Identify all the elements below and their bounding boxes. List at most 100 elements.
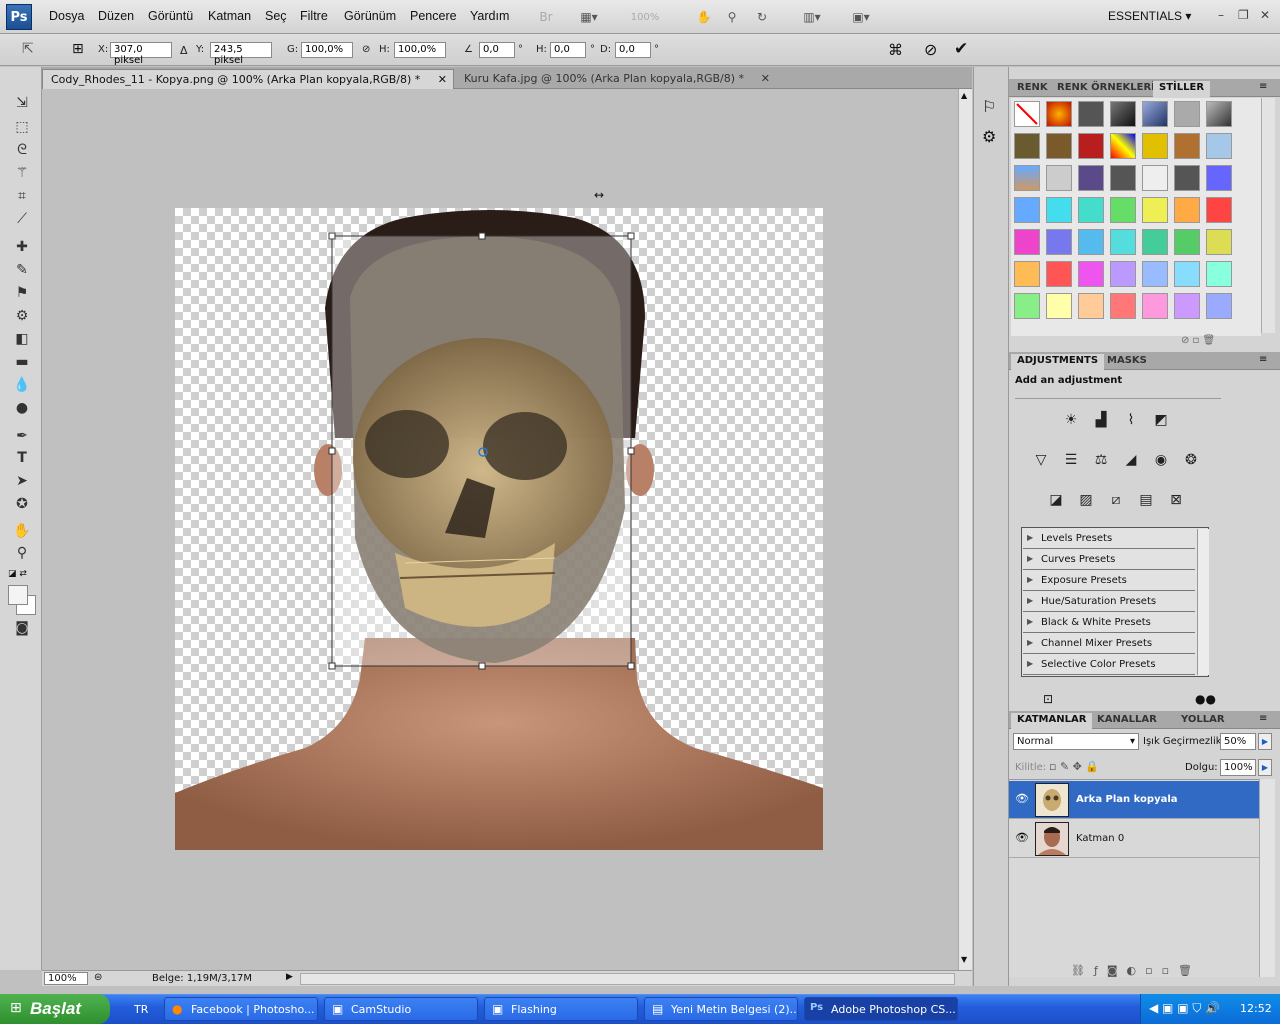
opacity-slider-arrow-icon[interactable]: ▶ [1258,733,1272,750]
brightness-contrast-icon[interactable]: ☀ [1060,410,1082,430]
tab-masks[interactable]: MASKS [1101,354,1153,370]
tab-adjustments[interactable]: ADJUSTMENTS [1011,354,1105,370]
hue-saturation-icon[interactable]: ☰ [1060,450,1082,470]
style-swatch[interactable] [1174,293,1200,319]
menu-sec[interactable]: Seç [265,9,287,23]
zoom-tool-icon[interactable]: ⚲ [9,543,35,563]
color-balance-icon[interactable]: ⚖ [1090,450,1112,470]
black-white-icon[interactable]: ◢ [1120,450,1142,470]
tab-katmanlar[interactable]: KATMANLAR [1011,713,1093,729]
foreground-color-swatch[interactable] [8,585,28,605]
hskew-field[interactable]: 0,0 [550,42,586,58]
menu-katman[interactable]: Katman [208,9,251,23]
style-swatch[interactable] [1078,197,1104,223]
preset-curves[interactable]: Curves Presets [1023,550,1195,570]
menu-goruntu[interactable]: Görüntü [148,9,193,23]
preset-hue-saturation[interactable]: Hue/Saturation Presets [1023,592,1195,612]
document-canvas[interactable] [175,208,823,850]
visibility-eye-icon[interactable]: 👁 [1015,831,1029,844]
layer-katman-0[interactable]: 👁 Katman 0 [1009,820,1259,858]
rotate-view-icon[interactable]: ↻ [752,7,772,27]
style-swatch[interactable] [1142,229,1168,255]
opacity-field[interactable]: 50% [1220,733,1256,750]
style-swatch[interactable] [1078,229,1104,255]
crop-tool-icon[interactable]: ⌗ [9,186,35,206]
style-swatch[interactable] [1174,261,1200,287]
hand-tool-icon[interactable]: ✋ [9,521,35,541]
layers-scrollbar[interactable] [1259,779,1275,977]
layer-panel-buttons[interactable]: ⛓ƒ◙◐▫▫🗑 [1071,964,1201,977]
reference-point-icon[interactable]: ⊞ [72,41,84,57]
default-colors-icon[interactable]: ◪ ⇄ [8,569,27,579]
invert-icon[interactable]: ◪ [1045,490,1067,510]
style-swatch[interactable] [1142,101,1168,127]
style-swatch[interactable] [1206,293,1232,319]
style-swatch[interactable] [1110,165,1136,191]
menu-gorunum[interactable]: Görünüm [344,9,396,23]
menu-dosya[interactable]: Dosya [49,9,84,23]
selective-color-icon[interactable]: ⊠ [1165,490,1187,510]
vibrance-icon[interactable]: ▽ [1030,450,1052,470]
restore-icon[interactable]: ❐ [1238,8,1249,22]
style-swatch[interactable] [1046,133,1072,159]
style-swatch[interactable] [1174,133,1200,159]
presets-scrollbar[interactable] [1197,529,1209,675]
move-tool-icon[interactable]: ⇲ [9,93,35,113]
healing-brush-icon[interactable]: ✚ [9,237,35,257]
bridge-icon[interactable]: Br [535,7,557,27]
clock[interactable]: 12:52 [1240,1002,1272,1015]
commit-transform-icon[interactable]: ✔ [954,39,968,59]
style-swatch[interactable] [1110,261,1136,287]
width-field[interactable]: 100,0% [301,42,353,58]
shape-tool-icon[interactable]: ✪ [9,494,35,514]
magic-wand-icon[interactable]: ⚚ [9,163,35,183]
curves-icon[interactable]: ⌇ [1120,410,1142,430]
history-brush-icon[interactable]: ⚙ [9,306,35,326]
style-swatch[interactable] [1174,101,1200,127]
style-swatch[interactable] [1046,165,1072,191]
style-swatch[interactable] [1046,229,1072,255]
lasso-tool-icon[interactable]: ᘓ [9,140,35,160]
preset-levels[interactable]: Levels Presets [1023,529,1195,549]
style-swatch[interactable] [1014,165,1040,191]
arrange-documents-icon[interactable]: ▥▾ [795,7,829,27]
blend-mode-select[interactable]: Normal ▾ [1013,733,1139,750]
horizontal-scrollbar[interactable] [300,973,955,985]
panel-menu-icon[interactable]: ≡ [1259,354,1267,365]
screen-mode-icon[interactable]: ▦▾ [572,7,606,27]
style-swatch[interactable] [1046,293,1072,319]
layer-arka-plan-kopyala[interactable]: 👁 Arka Plan kopyala [1009,781,1259,819]
style-swatch[interactable] [1142,197,1168,223]
style-swatch[interactable] [1110,101,1136,127]
style-swatch[interactable] [1174,197,1200,223]
style-panel-buttons[interactable]: ⊘ ▫ 🗑 [1181,335,1215,346]
style-swatch[interactable] [1014,197,1040,223]
style-swatch[interactable] [1014,293,1040,319]
scroll-up-icon[interactable]: ▲ [961,91,967,100]
style-swatch[interactable] [1046,261,1072,287]
pen-tool-icon[interactable]: ✒ [9,426,35,446]
close-tab-icon[interactable]: ✕ [761,72,770,85]
scroll-down-icon[interactable]: ▼ [961,955,967,964]
styles-scrollbar[interactable] [1261,98,1275,333]
style-swatch[interactable] [1174,165,1200,191]
angle-field[interactable]: 0,0 [479,42,515,58]
preset-selective-color[interactable]: Selective Color Presets [1023,655,1195,675]
return-to-list-icon[interactable]: ⊡ [1043,692,1053,706]
eraser-icon[interactable]: ◧ [9,329,35,349]
exposure-icon[interactable]: ◩ [1150,410,1172,430]
levels-icon[interactable]: ▟ [1090,410,1112,430]
style-swatch[interactable] [1046,197,1072,223]
tray-icons[interactable]: ◀ ▣ ▣ ⛉ 🔊 [1149,1001,1220,1016]
clone-stamp-icon[interactable]: ⚑ [9,283,35,303]
close-icon[interactable]: ✕ [1260,8,1270,22]
history-panel-icon[interactable]: ⚐ [982,97,996,116]
task-camstudio[interactable]: CamStudio [324,997,478,1021]
fill-slider-arrow-icon[interactable]: ▶ [1258,759,1272,776]
style-swatch[interactable] [1206,165,1232,191]
brush-tool-icon[interactable]: ✎ [9,260,35,280]
style-swatch[interactable] [1142,261,1168,287]
style-swatch[interactable] [1078,133,1104,159]
style-swatch[interactable] [1014,229,1040,255]
status-zoom[interactable]: 100% [44,972,88,985]
